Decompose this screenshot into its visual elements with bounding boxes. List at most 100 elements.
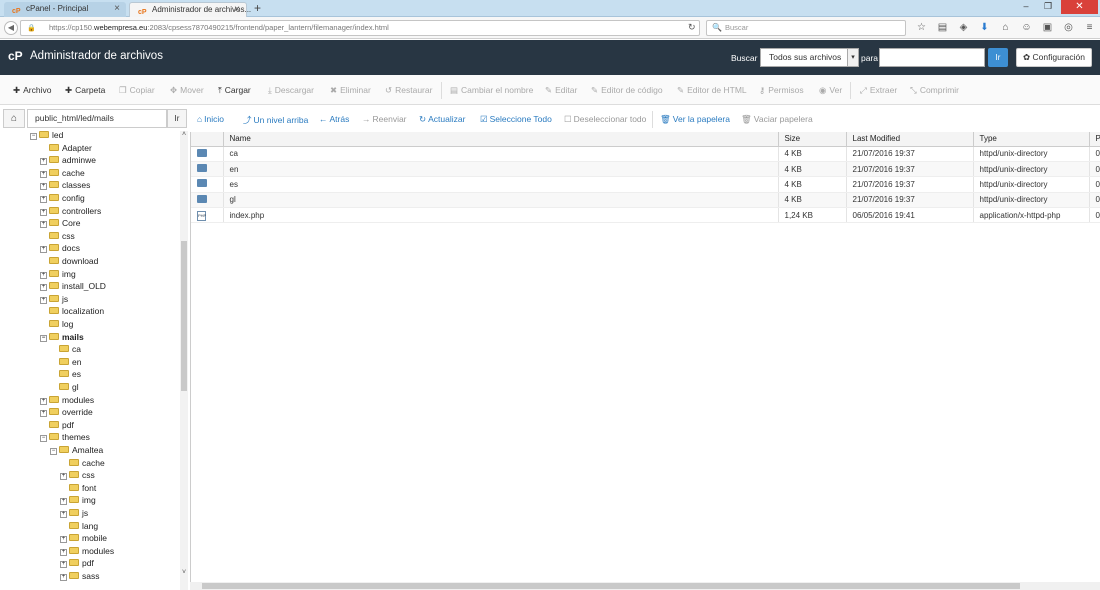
pocket-icon[interactable]: ◈ [958,21,969,35]
tree-item[interactable]: − led [30,131,63,141]
downloads-icon[interactable]: ⬇ [979,21,990,35]
expand-icon[interactable]: + [60,498,67,506]
new-folder-button[interactable]: ✚ Carpeta [65,85,105,96]
back-button[interactable]: ← Atrás [319,114,349,124]
expand-icon[interactable]: + [60,574,67,581]
reload-icon[interactable]: ↻ [688,22,696,33]
table-row[interactable]: en 4 KB 21/07/2016 19:37 httpd/unix-directo… [191,161,1100,178]
tree-item[interactable]: localization [40,305,104,317]
chat-icon[interactable]: ☺ [1021,21,1032,35]
tree-item[interactable]: − themes [40,431,90,443]
tree-item[interactable]: + mobile [60,532,107,544]
collapse-icon[interactable]: − [30,133,37,140]
move-button[interactable]: ✥ Mover [170,85,204,96]
tree-item[interactable]: font [60,482,96,494]
column-header-name[interactable]: Name [223,132,779,147]
tree-item[interactable]: + install_OLD [40,280,106,292]
tree-item[interactable]: + pdf [60,557,94,569]
tree-item[interactable]: + js [60,507,88,519]
tree-item[interactable]: + modules [40,394,94,406]
column-header-type[interactable]: Type [973,132,1090,147]
tree-item[interactable]: download [40,255,98,267]
column-header-size[interactable]: Size [778,132,847,147]
table-row[interactable]: gl 4 KB 21/07/2016 19:37 httpd/unix-directo… [191,192,1100,209]
tree-item[interactable]: en [50,356,81,368]
tree-item[interactable]: + classes [40,179,90,191]
upload-button[interactable]: ⤒ Cargar [218,85,251,96]
tree-item[interactable]: css [40,230,75,242]
expand-icon[interactable]: + [60,548,67,556]
table-row[interactable]: es 4 KB 21/07/2016 19:37 httpd/unix-directo… [191,176,1100,193]
column-header-permissions[interactable]: P [1089,132,1100,147]
collapse-icon[interactable]: − [40,435,47,443]
scroll-up-icon[interactable]: ˄ [180,131,188,138]
browser-search-input[interactable]: 🔍 Buscar [706,20,906,36]
tree-item[interactable]: pdf [40,419,74,431]
new-tab-icon[interactable]: + [254,1,261,15]
tree-item[interactable]: − mails [40,331,84,343]
collapse-icon[interactable]: − [50,448,57,455]
table-row[interactable]: ca 4 KB 21/07/2016 19:37 httpd/unix-directo… [191,146,1100,162]
permissions-button[interactable]: ⚷ Permisos [759,85,804,96]
expand-icon[interactable]: + [40,183,47,191]
tree-item[interactable]: + config [40,192,85,204]
close-tab-icon[interactable]: × [114,2,120,16]
table-row[interactable]: PHP index.php 1,24 KB 06/05/2016 19:41 appli… [191,207,1100,224]
select-all-button[interactable]: ☑ Seleccione Todo [480,114,552,125]
compress-button[interactable]: ⤡ Comprimir [910,85,959,96]
browser-tab-cpanel[interactable]: cP cPanel - Principal × [4,2,126,17]
tree-item[interactable]: + js [40,293,68,305]
tree-item[interactable]: + img [40,268,76,280]
copy-button[interactable]: ❐ Copiar [119,85,155,96]
tree-item[interactable]: gl [50,381,79,393]
extract-button[interactable]: ⤢ Extraer [860,85,897,96]
tree-item[interactable]: + css [60,469,95,481]
screenshot-icon[interactable]: ▣ [1042,21,1053,35]
path-input[interactable]: public_html/led/mails [27,109,167,128]
bookmark-star-icon[interactable]: ☆ [916,21,927,35]
home-button[interactable]: ⌂ Inicio [197,114,224,124]
tree-item[interactable]: es [50,368,81,380]
reading-list-icon[interactable]: ▤ [937,21,948,35]
edit-button[interactable]: ✎ Editar [545,85,577,96]
expand-icon[interactable]: + [40,208,47,216]
tree-item[interactable]: + override [40,406,93,418]
forward-button[interactable]: → Reenviar [362,114,407,124]
expand-icon[interactable]: + [40,271,47,279]
expand-icon[interactable]: + [40,196,47,203]
tree-scrollbar-thumb[interactable] [181,241,187,391]
tree-item[interactable]: lang [60,520,98,532]
minimize-window-icon[interactable]: – [1016,0,1036,14]
expand-icon[interactable]: + [40,246,47,254]
refresh-button[interactable]: ↻ Actualizar [419,114,465,125]
expand-icon[interactable]: + [40,284,47,292]
rename-button[interactable]: ▤ Cambiar el nombre [450,85,533,96]
hamburger-menu-icon[interactable]: ≡ [1084,21,1095,35]
tree-item[interactable]: ca [50,343,81,355]
expand-icon[interactable]: + [40,296,47,304]
close-tab-icon[interactable]: × [234,3,240,17]
address-bar[interactable]: 🔒 https://cp150.webempresa.eu:2083/cpses… [20,20,700,36]
maximize-window-icon[interactable]: ❐ [1038,0,1058,14]
empty-trash-button[interactable]: 🗑 Vaciar papelera [741,114,813,125]
expand-icon[interactable]: + [60,561,67,569]
file-list-scrollbar[interactable] [190,582,1100,590]
tree-item[interactable]: + docs [40,242,80,254]
tree-scrollbar[interactable] [180,131,188,590]
search-scope-select[interactable]: Todos sus archivos ▾ [760,48,859,67]
home-icon[interactable]: ⌂ [1000,21,1011,35]
code-editor-button[interactable]: ✎ Editor de código [591,85,663,96]
tree-item[interactable]: + adminwe [40,154,96,166]
expand-icon[interactable]: + [60,473,67,481]
html-editor-button[interactable]: ✎ Editor de HTML [677,85,747,96]
up-one-level-button[interactable]: ⤴ Un nivel arriba [243,114,308,126]
view-trash-button[interactable]: 🗑 Ver la papelera [660,114,730,125]
path-go-button[interactable]: Ir [167,109,187,128]
new-file-button[interactable]: ✚ Archivo [13,85,51,96]
expand-icon[interactable]: + [40,170,47,178]
browser-tab-file-manager[interactable]: cP Administrador de archivos... × [129,2,251,17]
expand-icon[interactable]: + [40,410,47,418]
delete-button[interactable]: ✖ Eliminar [330,85,371,96]
search-input[interactable] [879,48,985,67]
expand-icon[interactable]: + [40,158,47,166]
